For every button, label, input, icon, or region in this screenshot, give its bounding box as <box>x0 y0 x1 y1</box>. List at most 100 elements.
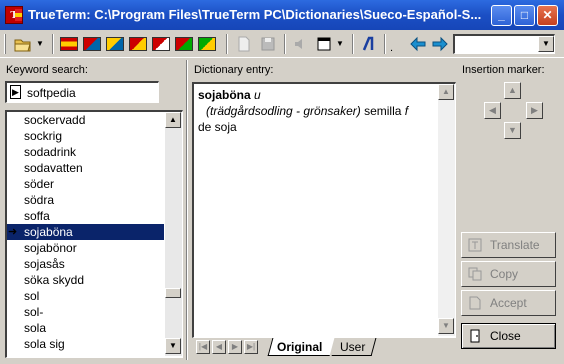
word-list[interactable]: sockervadd sockrig sodadrink sodavatten söde… <box>5 110 183 358</box>
list-item[interactable]: sol <box>7 288 164 304</box>
tab-next-icon[interactable]: ▶ <box>228 340 242 354</box>
accept-label: Accept <box>490 296 527 310</box>
list-item-label: sola <box>24 321 47 335</box>
dropdown-icon[interactable]: ▼ <box>36 33 46 55</box>
flag-pt-icon[interactable] <box>175 37 193 51</box>
open-folder-icon[interactable] <box>12 33 34 55</box>
marker-left-icon[interactable]: ◀ <box>484 102 501 119</box>
keyword-search-field[interactable]: ▶ softpedia <box>5 81 159 103</box>
flag-dk-icon[interactable] <box>129 37 147 51</box>
copy-label: Copy <box>490 267 519 281</box>
word-list-scrollbar[interactable]: ▲ ▼ <box>165 112 182 356</box>
window-title: TrueTerm: C:\Program Files\TrueTerm PC\D… <box>28 7 482 22</box>
selection-arrow-icon: ➜ <box>8 226 18 238</box>
entry-gender: u <box>254 88 261 102</box>
toolbar-separator <box>52 34 54 54</box>
history-combo[interactable]: ▼ <box>453 34 555 54</box>
list-item-label: södra <box>24 193 55 207</box>
list-item[interactable]: södra <box>7 192 164 208</box>
forward-arrow-icon[interactable] <box>430 33 450 55</box>
maximize-button[interactable]: □ <box>514 5 535 26</box>
entry-continuation: de soja <box>198 120 237 134</box>
history-dropdown-icon[interactable]: ▼ <box>538 36 554 52</box>
close-button[interactable]: Close <box>461 323 556 349</box>
list-item-label: sockervadd <box>24 113 86 127</box>
list-item[interactable]: söka skydd <box>7 272 164 288</box>
translate-label: Translate <box>490 238 540 252</box>
close-label: Close <box>490 329 521 343</box>
entry-text: sojaböna u (trädgårdsodling - grönsaker)… <box>198 87 434 135</box>
minimize-button[interactable]: _ <box>491 5 512 26</box>
insertion-marker-label: Insertion marker: <box>462 64 545 76</box>
view-icon[interactable] <box>314 33 334 55</box>
word-list-items: sockervadd sockrig sodadrink sodavatten söde… <box>7 112 164 356</box>
scroll-down-icon[interactable]: ▼ <box>165 338 181 354</box>
marker-right-icon[interactable]: ▶ <box>526 102 543 119</box>
copy-icon <box>468 267 482 281</box>
list-item-label: sojabönor <box>24 241 77 255</box>
list-item[interactable]: sola <box>7 320 164 336</box>
list-item-label: sojasås <box>24 257 65 271</box>
flag-es-icon[interactable] <box>60 37 78 51</box>
flag-no-icon[interactable] <box>152 37 170 51</box>
toolbar-dot: . <box>390 42 394 54</box>
speaker-icon[interactable] <box>290 33 310 55</box>
close-door-icon <box>470 329 480 343</box>
search-input[interactable]: softpedia <box>27 86 76 100</box>
list-item-label: sodadrink <box>24 145 77 159</box>
list-item-label: söder <box>24 177 55 191</box>
list-item[interactable]: sockervadd <box>7 112 164 128</box>
list-item[interactable]: söder <box>7 176 164 192</box>
marker-down-icon[interactable]: ▼ <box>504 122 521 139</box>
translate-button[interactable]: Translate <box>461 232 556 258</box>
splitter[interactable] <box>186 60 188 360</box>
list-item-label: sojaböna <box>24 225 73 239</box>
keyword-label: Keyword search: <box>6 64 88 76</box>
entry-label: Dictionary entry: <box>194 64 274 76</box>
new-doc-icon[interactable] <box>234 33 254 55</box>
entry-headword: sojaböna <box>198 88 251 102</box>
tab-first-icon[interactable]: |◀ <box>196 340 210 354</box>
tab-last-icon[interactable]: ▶| <box>244 340 258 354</box>
app-logo-icon: T <box>5 6 23 24</box>
list-item[interactable]: soffa <box>7 208 164 224</box>
main-window: T TrueTerm: C:\Program Files\TrueTerm PC… <box>0 0 564 364</box>
list-item[interactable]: ➜ sojaböna <box>7 224 164 240</box>
entry-trans-gender: f <box>404 104 409 118</box>
entry-scrollbar[interactable]: ▲ ▼ <box>438 84 455 336</box>
accept-button[interactable]: Accept <box>461 290 556 316</box>
flag-br-icon[interactable] <box>198 37 216 51</box>
accept-icon <box>469 296 481 310</box>
entry-scroll-down-icon[interactable]: ▼ <box>438 318 454 334</box>
entry-context: (trädgårdsodling - grönsaker) <box>206 104 361 118</box>
flag-se-icon[interactable] <box>106 37 124 51</box>
title-bar[interactable]: T TrueTerm: C:\Program Files\TrueTerm PC… <box>0 0 564 30</box>
list-item[interactable]: sockrig <box>7 128 164 144</box>
flag-es-se-icon[interactable] <box>83 37 101 51</box>
tab-prev-icon[interactable]: ◀ <box>212 340 226 354</box>
list-item[interactable]: sodadrink <box>7 144 164 160</box>
list-item[interactable]: sol- <box>7 304 164 320</box>
tab-original[interactable]: Original <box>267 338 335 356</box>
toolbar-separator <box>352 34 354 54</box>
scroll-thumb[interactable] <box>165 288 181 298</box>
tab-user[interactable]: User <box>331 338 377 356</box>
scroll-up-icon[interactable]: ▲ <box>165 112 181 128</box>
dictionary-entry-panel[interactable]: sojaböna u (trädgårdsodling - grönsaker)… <box>192 82 456 338</box>
save-icon[interactable] <box>258 33 278 55</box>
list-item[interactable]: sojabönor <box>7 240 164 256</box>
translate-icon <box>468 238 482 252</box>
entry-scroll-up-icon[interactable]: ▲ <box>438 84 454 100</box>
font-icon[interactable] <box>358 33 378 55</box>
list-item-label: soffa <box>24 209 50 223</box>
copy-button[interactable]: Copy <box>461 261 556 287</box>
entry-translation: semilla <box>364 104 402 118</box>
back-arrow-icon[interactable] <box>408 33 428 55</box>
marker-up-icon[interactable]: ▲ <box>504 82 521 99</box>
list-item-label: sodavatten <box>24 161 83 175</box>
view-dropdown-icon[interactable]: ▼ <box>336 33 346 55</box>
list-item[interactable]: sola sig <box>7 336 164 352</box>
list-item[interactable]: sojasås <box>7 256 164 272</box>
list-item[interactable]: sodavatten <box>7 160 164 176</box>
close-window-button[interactable]: ✕ <box>537 5 558 26</box>
